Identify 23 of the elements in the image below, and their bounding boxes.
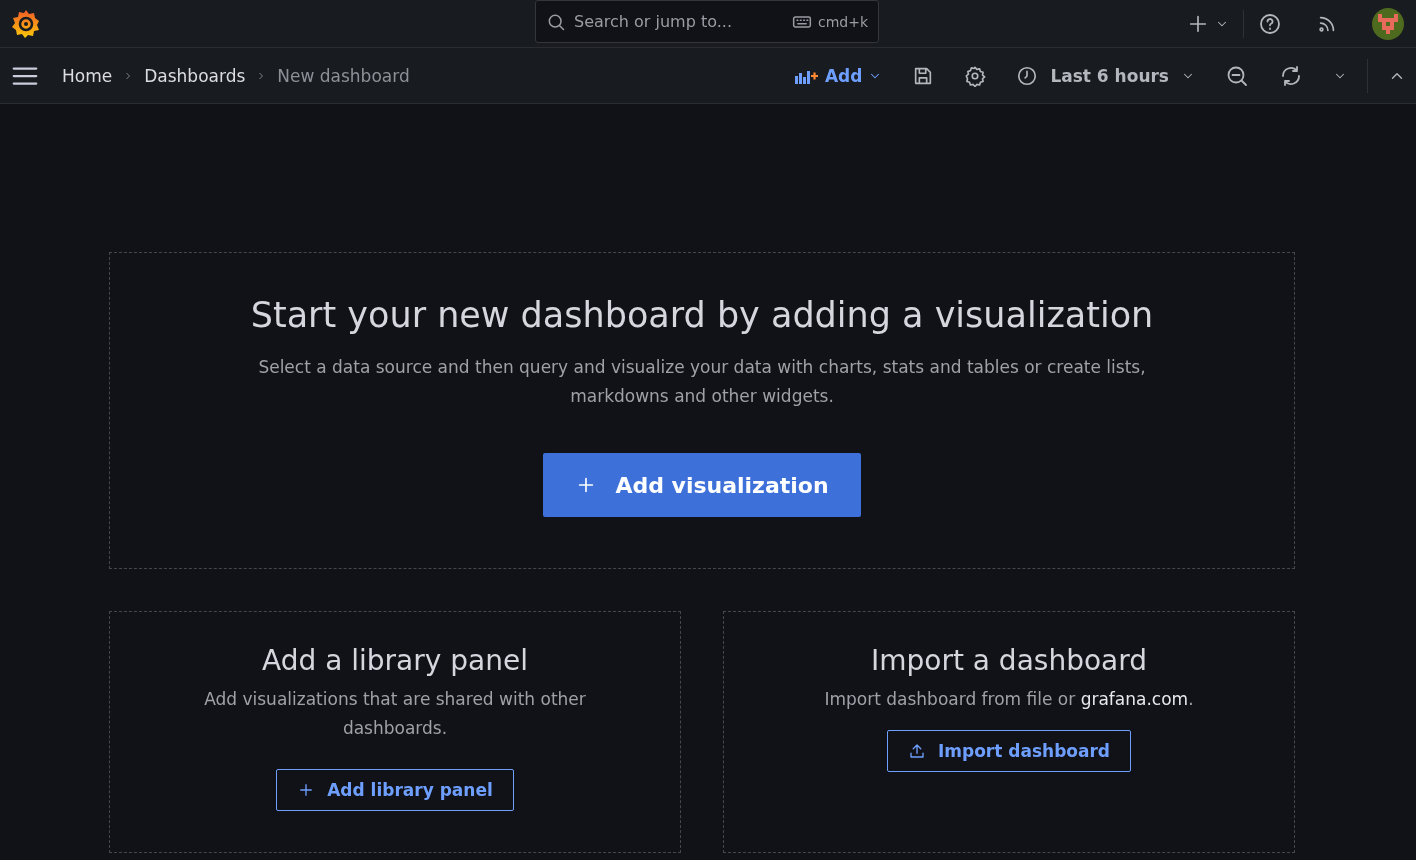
card-description: Add visualizations that are shared with other dashboards.	[203, 688, 587, 740]
clock-icon[interactable]	[1016, 64, 1039, 87]
breadcrumb-link[interactable]: Dashboards	[144, 65, 246, 86]
settings-icon[interactable]	[964, 64, 987, 87]
empty-state-title: Start your new dashboard by adding a visualization	[250, 295, 1154, 335]
refresh-icon[interactable]	[1279, 63, 1303, 88]
import-dashboard-button[interactable]: Import dashboard	[886, 730, 1132, 772]
help-icon[interactable]	[1258, 11, 1282, 36]
time-range-picker[interactable]: Last 6 hours	[1016, 64, 1195, 87]
breadcrumb-link[interactable]: Home	[62, 65, 113, 86]
breadcrumb-link[interactable]: New dashboard	[277, 65, 410, 86]
card-title: Add a library panel	[262, 644, 528, 677]
add-visualization-button[interactable]: Add visualization	[543, 453, 861, 517]
user-avatar[interactable]	[1372, 7, 1404, 40]
empty-state-description: Select a data source and then query and visualize your data with charts, stats and tables or create lists, markdowns and other widgets.	[257, 356, 1147, 408]
add-button[interactable]: Add	[794, 65, 883, 86]
search-field[interactable]: Search or jump to... cmd+k	[535, 0, 879, 43]
card-description: Import dashboard from file or grafana.com.	[823, 688, 1195, 711]
upload-icon[interactable]	[907, 742, 926, 760]
grafana-link[interactable]: grafana.com	[1080, 689, 1189, 709]
card-title: Import a dashboard	[871, 644, 1147, 677]
shortcut-label: cmd+k	[817, 13, 868, 30]
add-library-panel-button[interactable]: Add library panel	[276, 769, 514, 811]
